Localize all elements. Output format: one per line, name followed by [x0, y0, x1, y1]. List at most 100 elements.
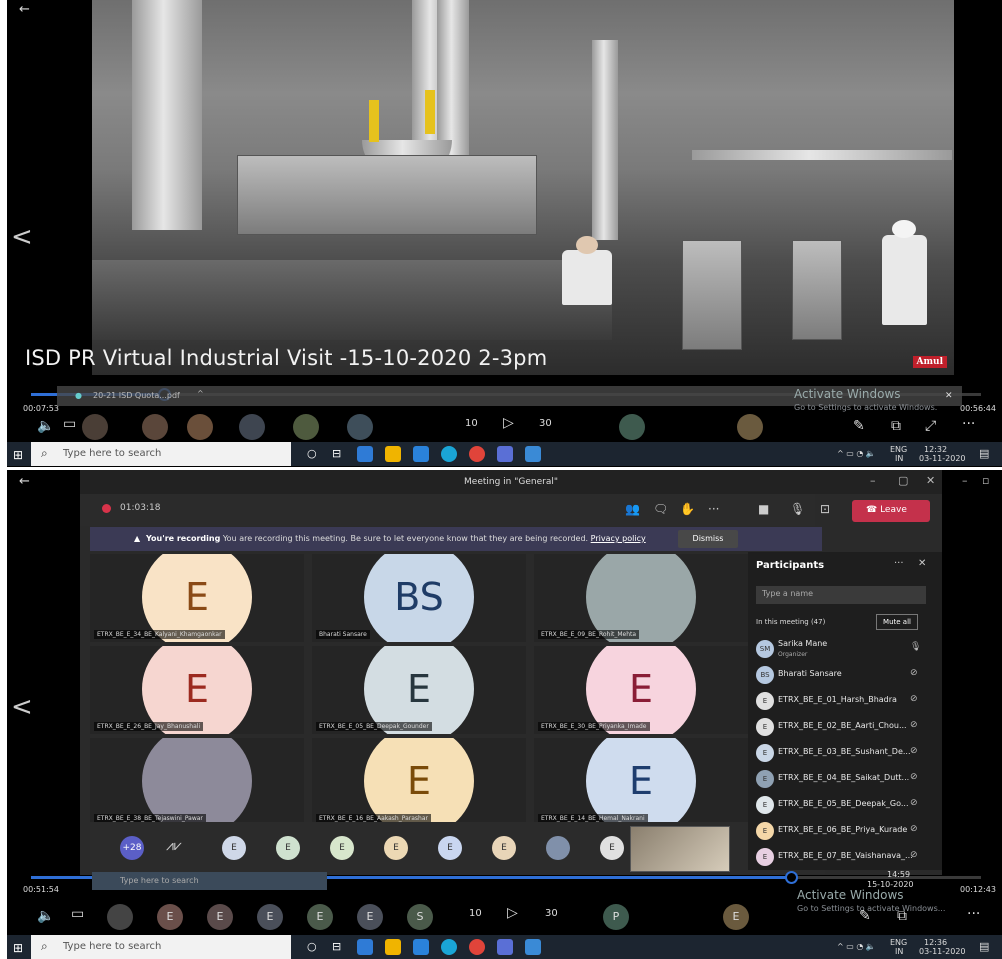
participant-row[interactable]: SM Sarika Mane Organizer 🎙	[756, 638, 934, 660]
forward-30-icon[interactable]: 30	[539, 418, 552, 429]
outer-restore-icon[interactable]: ▫	[982, 474, 989, 487]
play-icon[interactable]: ▷	[507, 905, 518, 921]
participant-search-input[interactable]: Type a name	[756, 586, 926, 604]
more-options-icon[interactable]: ···	[967, 906, 980, 922]
store-icon[interactable]	[385, 939, 401, 955]
video-tile[interactable]: BS Bharati Sansare	[312, 554, 526, 642]
participant-row[interactable]: E ETRX_BE_E_04_BE_Saikat_Dutt... ⊘	[756, 768, 934, 790]
back-arrow-icon[interactable]: ←	[19, 474, 30, 489]
edge-icon[interactable]	[441, 939, 457, 955]
picture-in-picture-icon[interactable]: ⧉	[897, 908, 907, 924]
video-tile[interactable]: E ETRX_BE_E_34_BE_Kalyani_Khamgaonkar	[90, 554, 304, 642]
chat-icon[interactable]: 🗨	[653, 502, 668, 516]
back-arrow-icon[interactable]: ←	[19, 2, 30, 17]
play-icon[interactable]: ▷	[503, 415, 514, 431]
chrome-icon[interactable]	[469, 446, 485, 462]
privacy-policy-link[interactable]: Privacy policy	[591, 534, 646, 543]
rewind-10-icon[interactable]: 10	[465, 418, 478, 429]
leave-button[interactable]: ☎ Leave	[852, 500, 930, 522]
close-download-bar-icon[interactable]: ✕	[945, 391, 953, 401]
windows-start-icon[interactable]: ⊞	[13, 448, 23, 462]
video-tile[interactable]: ETRX_BE_E_09_BE_Rohit_Mehta	[534, 554, 748, 642]
dismiss-button[interactable]: Dismiss	[678, 530, 738, 548]
participant-row[interactable]: E ETRX_BE_E_01_Harsh_Bhadra ⊘	[756, 690, 934, 712]
video-tile[interactable]: ETRX_BE_E_38_BE_Tejaswini_Pawar	[90, 738, 304, 826]
captions-icon[interactable]: ▭	[63, 416, 76, 432]
captions-icon[interactable]: ▭	[71, 906, 84, 922]
cortana-icon[interactable]: ○	[307, 447, 317, 460]
more-options-icon[interactable]: ···	[962, 416, 975, 432]
lang-indicator[interactable]: ENG	[890, 938, 907, 947]
mail-icon[interactable]	[413, 446, 429, 462]
picture-in-picture-icon[interactable]: ⧉	[891, 418, 901, 434]
pen-icon[interactable]: ✎	[853, 418, 865, 434]
participant-row[interactable]: E ETRX_BE_E_02_BE_Aarti_Chou... ⊘	[756, 716, 934, 738]
mail-icon[interactable]	[413, 939, 429, 955]
rewind-10-icon[interactable]: 10	[469, 908, 482, 919]
previous-chevron-icon[interactable]: <	[11, 692, 33, 722]
taskbar-search[interactable]: ⌕ Type here to search	[31, 935, 291, 959]
windows-taskbar: ⊞ ⌕ Type here to search ○ ⊟ ^ ▭ ◔ 🔈 ENG …	[7, 442, 1002, 466]
participant-row[interactable]: E ETRX_BE_E_06_BE_Priya_Kurade ⊘	[756, 820, 934, 842]
teams-icon[interactable]	[497, 446, 513, 462]
expand-icon[interactable]: ⤢	[925, 418, 936, 434]
volume-icon[interactable]: 🔈	[37, 908, 54, 924]
more-participants-badge[interactable]: +28	[120, 836, 144, 860]
edge-icon[interactable]	[441, 446, 457, 462]
banner-text: You are recording this meeting. Be sure …	[222, 534, 589, 543]
outer-minimize-icon[interactable]: –	[962, 474, 968, 487]
clock-time[interactable]: 12:32	[924, 445, 947, 454]
store-icon[interactable]	[385, 446, 401, 462]
media-player-icon[interactable]	[525, 939, 541, 955]
raise-hand-icon[interactable]: ✋	[680, 502, 695, 516]
download-file-name[interactable]: 20-21 ISD Quota...pdf	[93, 391, 180, 400]
more-actions-icon[interactable]: ···	[708, 502, 719, 516]
file-explorer-icon[interactable]	[357, 446, 373, 462]
avatar: E	[756, 692, 774, 710]
participant-row[interactable]: E ETRX_BE_E_05_BE_Deepak_Go... ⊘	[756, 794, 934, 816]
previous-chevron-icon[interactable]: <	[11, 222, 33, 252]
seek-knob[interactable]	[785, 871, 798, 884]
pen-icon[interactable]: ✎	[859, 908, 871, 924]
file-explorer-icon[interactable]	[357, 939, 373, 955]
video-tile[interactable]: E ETRX_BE_E_16_BE_Aakash_Parashar	[312, 738, 526, 826]
mute-all-button[interactable]: Mute all	[876, 614, 918, 630]
tray-icons[interactable]: ^ ▭ ◔ 🔈	[837, 449, 876, 458]
panel-more-icon[interactable]: ···	[894, 558, 904, 569]
notifications-icon[interactable]: ▤	[979, 940, 989, 953]
camera-icon[interactable]: ■	[758, 502, 769, 516]
microphone-icon[interactable]: 🎙	[790, 502, 805, 516]
tray-icons[interactable]: ^ ▭ ◔ 🔈	[837, 942, 876, 951]
maximize-icon[interactable]: ▢	[898, 474, 908, 487]
participant-row[interactable]: E ETRX_BE_E_07_BE_Vaishanava_... ⊘	[756, 846, 934, 868]
avatar: E	[756, 718, 774, 736]
video-tile[interactable]: E ETRX_BE_E_05_BE_Deepak_Gounder	[312, 646, 526, 734]
windows-start-icon[interactable]: ⊞	[13, 941, 23, 955]
participant-row[interactable]: BS Bharati Sansare ⊘	[756, 664, 934, 686]
video-tile[interactable]: E ETRX_BE_E_14_BE_Hemal_Nakrani	[534, 738, 748, 826]
avatar: BS	[756, 666, 774, 684]
volume-icon[interactable]: 🔈	[37, 418, 54, 434]
lang-indicator[interactable]: ENG	[890, 445, 907, 454]
video-tile[interactable]: E ETRX_BE_E_26_BE_Jay_Bhanushali	[90, 646, 304, 734]
minimize-icon[interactable]: –	[870, 474, 876, 487]
clock-time[interactable]: 12:36	[924, 938, 947, 947]
cortana-icon[interactable]: ○	[307, 940, 317, 953]
teams-icon[interactable]	[497, 939, 513, 955]
share-screen-icon[interactable]: ⊡	[820, 502, 830, 516]
chevron-up-icon[interactable]: ^	[197, 389, 204, 398]
people-icon[interactable]: 👥	[625, 502, 640, 516]
task-view-icon[interactable]: ⊟	[332, 447, 341, 460]
participant-name: ETRX_BE_E_04_BE_Saikat_Dutt...	[778, 773, 910, 782]
forward-30-icon[interactable]: 30	[545, 908, 558, 919]
task-view-icon[interactable]: ⊟	[332, 940, 341, 953]
notifications-icon[interactable]: ▤	[979, 447, 989, 460]
participant-name: ETRX_BE_E_07_BE_Vaishanava_...	[778, 851, 913, 860]
close-icon[interactable]: ✕	[926, 474, 935, 487]
taskbar-search[interactable]: ⌕ Type here to search	[31, 442, 291, 466]
video-tile[interactable]: E ETRX_BE_E_30_BE_Priyanka_Imade	[534, 646, 748, 734]
chrome-icon[interactable]	[469, 939, 485, 955]
panel-close-icon[interactable]: ✕	[918, 558, 926, 569]
media-player-icon[interactable]	[525, 446, 541, 462]
participant-row[interactable]: E ETRX_BE_E_03_BE_Sushant_De... ⊘	[756, 742, 934, 764]
